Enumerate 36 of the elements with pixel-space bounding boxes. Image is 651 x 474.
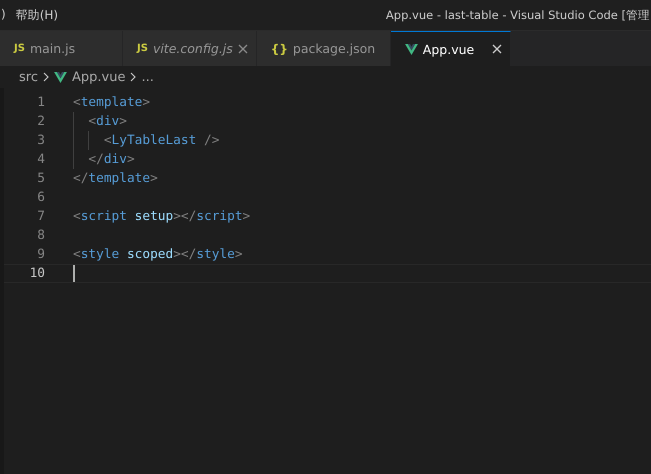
braces-icon: {} (270, 42, 288, 56)
v-logo-icon (54, 72, 67, 82)
code-line: <template> (73, 95, 150, 110)
line-number: 4 (36, 152, 45, 167)
line-number: 7 (36, 209, 45, 224)
v-logo-icon (404, 44, 418, 54)
code-line: <script setup></script> (73, 209, 250, 224)
close-icon[interactable] (492, 44, 502, 54)
line-number: 6 (36, 190, 45, 205)
code-line: <style scoped></style> (73, 247, 243, 262)
line-number: 5 (36, 171, 45, 186)
line-number: 9 (36, 247, 45, 262)
code-line: </template> (73, 171, 158, 186)
js-icon: JS (137, 43, 148, 54)
breadcrumb-item[interactable]: src (19, 70, 38, 84)
code-line: <LyTableLast /> (102, 133, 220, 148)
line-number: 2 (36, 114, 45, 129)
js-icon: JS (14, 43, 25, 54)
line-number: 1 (36, 95, 45, 110)
editor-tab[interactable]: App.vue (390, 31, 511, 66)
line-number: 8 (36, 228, 45, 243)
chevron-icon (42, 72, 49, 82)
line-number: 3 (36, 133, 45, 148)
chevron-icon (130, 72, 136, 82)
editor-tab[interactable]: {} package.json (256, 31, 391, 66)
breadcrumb-item[interactable]: App.vue (72, 70, 126, 84)
menu-item[interactable]: ) (1, 4, 6, 26)
code-line: </div> (87, 152, 135, 167)
code-line: <div> (87, 114, 127, 129)
editor-tab[interactable]: JS vite.config.js (123, 31, 257, 66)
menu-item[interactable]: 帮助(H) (16, 4, 58, 26)
window-title: App.vue - last-table - Visual Studio Code [管理 (386, 8, 651, 22)
breadcrumb-item[interactable]: ... (141, 70, 154, 84)
line-number: 10 (28, 266, 45, 281)
text-cursor (73, 265, 75, 282)
editor-tab[interactable]: JS main.js (0, 31, 123, 66)
